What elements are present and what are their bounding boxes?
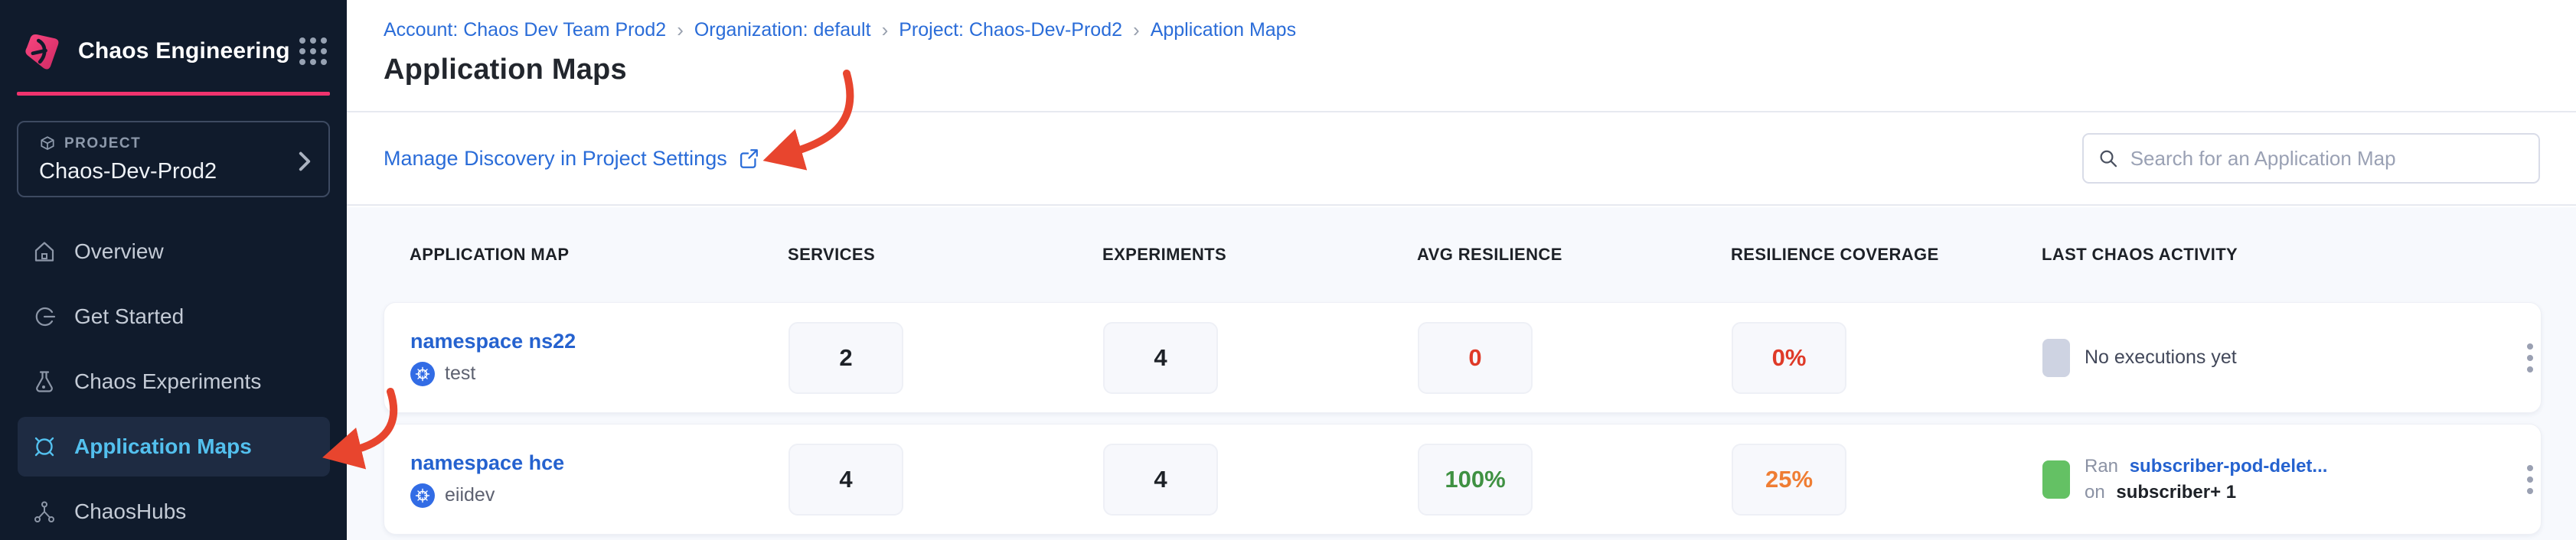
- column-header-resilience-coverage: RESILIENCE COVERAGE: [1731, 245, 2042, 265]
- breadcrumb-application-maps[interactable]: Application Maps: [1151, 19, 1296, 41]
- harness-chaos-logo-icon: [21, 29, 61, 73]
- project-name: Chaos-Dev-Prod2: [39, 159, 315, 184]
- row-menu-kebab-icon[interactable]: [2527, 465, 2541, 494]
- manage-discovery-link[interactable]: Manage Discovery in Project Settings: [384, 147, 760, 171]
- table-header-row: APPLICATION MAP SERVICES EXPERIMENTS AVG…: [384, 207, 2542, 302]
- brand-header: Chaos Engineering: [0, 0, 347, 73]
- resilience-coverage-value: 25%: [1732, 444, 1846, 516]
- brand-underline: [17, 92, 330, 96]
- environment-name: test: [445, 363, 475, 385]
- breadcrumb-organization[interactable]: Organization: default: [694, 19, 871, 41]
- table-row[interactable]: namespace hce eiidev 4 4 100% 25%: [384, 424, 2542, 535]
- sidebar-item-application-maps[interactable]: Application Maps: [18, 417, 330, 477]
- sidebar-item-chaoshubs[interactable]: ChaosHubs: [18, 482, 330, 540]
- experiments-count: 4: [1103, 322, 1218, 394]
- activity-status-swatch: [2042, 339, 2070, 377]
- experiments-count: 4: [1103, 444, 1218, 516]
- application-map-cell: namespace ns22 test: [410, 330, 788, 386]
- module-grid-icon[interactable]: [299, 37, 327, 65]
- sidebar-item-label: Application Maps: [74, 434, 252, 459]
- application-maps-icon: [31, 433, 58, 460]
- column-header-avg-resilience: AVG RESILIENCE: [1417, 245, 1731, 265]
- sidebar-item-chaos-experiments[interactable]: Chaos Experiments: [18, 352, 330, 412]
- main-content: Account: Chaos Dev Team Prod2 › Organiza…: [347, 0, 2576, 540]
- activity-text: No executions yet: [2085, 346, 2237, 369]
- avg-resilience-value: 0: [1418, 322, 1533, 394]
- get-started-icon: [31, 303, 58, 330]
- sidebar-item-label: Chaos Experiments: [74, 369, 261, 394]
- chevron-right-icon: [298, 151, 312, 171]
- activity-ran-label: Ran: [2085, 456, 2118, 477]
- avg-resilience-value: 100%: [1418, 444, 1533, 516]
- sidebar-item-overview[interactable]: Overview: [18, 222, 330, 281]
- resilience-coverage-value: 0%: [1732, 322, 1846, 394]
- last-chaos-activity-cell: No executions yet: [2042, 339, 2487, 377]
- app-title: Chaos Engineering: [78, 38, 290, 64]
- column-header-experiments: EXPERIMENTS: [1102, 245, 1417, 265]
- activity-status-swatch: [2042, 460, 2070, 499]
- last-chaos-activity-cell: Ran subscriber-pod-delet... on subscribe…: [2042, 454, 2487, 506]
- home-icon: [31, 238, 58, 265]
- breadcrumb-account[interactable]: Account: Chaos Dev Team Prod2: [384, 19, 666, 41]
- search-icon: [2098, 147, 2119, 170]
- project-label: PROJECT: [64, 135, 141, 152]
- project-selector[interactable]: PROJECT Chaos-Dev-Prod2: [17, 121, 330, 197]
- application-map-cell: namespace hce eiidev: [410, 451, 788, 508]
- application-map-link[interactable]: namespace ns22: [410, 330, 576, 353]
- sidebar-item-label: Overview: [74, 239, 164, 264]
- environment-name: eiidev: [445, 484, 495, 506]
- column-header-services: SERVICES: [788, 245, 1102, 265]
- page-title: Application Maps: [384, 54, 2576, 86]
- toolbar: Manage Discovery in Project Settings: [347, 112, 2576, 206]
- activity-on-label: on: [2085, 482, 2105, 503]
- breadcrumb-separator: ›: [677, 18, 684, 42]
- activity-target: subscriber+ 1: [2116, 482, 2236, 503]
- breadcrumb-separator: ›: [1133, 18, 1140, 42]
- services-count: 4: [788, 444, 903, 516]
- cube-icon: [39, 135, 56, 152]
- sidebar-item-label: ChaosHubs: [74, 499, 186, 524]
- sidebar-item-label: Get Started: [74, 304, 184, 329]
- flask-icon: [31, 368, 58, 395]
- manage-discovery-label: Manage Discovery in Project Settings: [384, 147, 727, 171]
- activity-experiment-link[interactable]: subscriber-pod-delet...: [2130, 456, 2328, 477]
- breadcrumb: Account: Chaos Dev Team Prod2 › Organiza…: [384, 18, 2576, 42]
- sidebar-nav: Overview Get Started Chaos Experiments: [0, 222, 347, 540]
- table-row[interactable]: namespace ns22 test 2 4 0 0% No executi: [384, 302, 2542, 413]
- kubernetes-icon: [410, 362, 435, 386]
- breadcrumb-project[interactable]: Project: Chaos-Dev-Prod2: [899, 19, 1122, 41]
- services-count: 2: [788, 322, 903, 394]
- page-header: Account: Chaos Dev Team Prod2 › Organiza…: [347, 0, 2576, 112]
- column-header-last-chaos-activity: LAST CHAOS ACTIVITY: [2042, 245, 2488, 265]
- breadcrumb-separator: ›: [882, 18, 889, 42]
- column-header-application-map: APPLICATION MAP: [410, 245, 788, 265]
- external-link-icon: [737, 147, 760, 170]
- application-map-link[interactable]: namespace hce: [410, 451, 564, 475]
- sidebar-item-get-started[interactable]: Get Started: [18, 287, 330, 346]
- search-input[interactable]: [2130, 147, 2525, 171]
- sidebar: Chaos Engineering PROJECT Chaos-Dev-Prod…: [0, 0, 347, 540]
- hub-network-icon: [31, 498, 58, 525]
- row-menu-kebab-icon[interactable]: [2527, 343, 2541, 372]
- application-maps-table: APPLICATION MAP SERVICES EXPERIMENTS AVG…: [347, 207, 2576, 540]
- kubernetes-icon: [410, 483, 435, 508]
- search-box: [2082, 133, 2540, 184]
